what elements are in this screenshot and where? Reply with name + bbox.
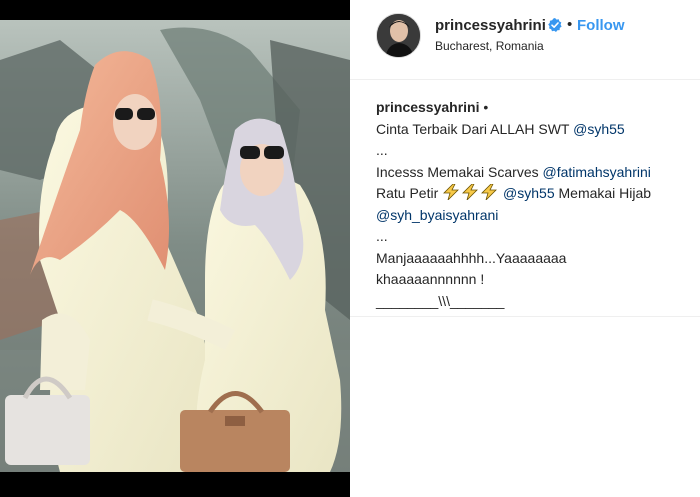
- avatar[interactable]: [376, 13, 421, 58]
- avatar-image: [377, 14, 420, 57]
- caption-text: Memakai Hijab: [554, 185, 652, 201]
- section-divider: [350, 316, 700, 317]
- caption-line: Ratu Petir @syh55 Memakai Hijab: [376, 183, 694, 205]
- lightning-emoji-icon: [443, 184, 460, 200]
- post-sidebar: princessyahrini • Follow Bucharest, Roma…: [350, 0, 700, 497]
- username-link[interactable]: princessyahrini: [435, 17, 546, 34]
- caption-text: Cinta Terbaik Dari ALLAH SWT: [376, 120, 574, 137]
- lightning-emoji-icon: [481, 184, 498, 200]
- caption-text: Incesss Memakai Scarves: [376, 163, 543, 180]
- caption-author-separator: •: [483, 99, 489, 115]
- mention-link[interactable]: @syh55: [573, 121, 625, 137]
- location-link[interactable]: Bucharest, Romania: [435, 39, 544, 53]
- follow-separator: •: [567, 16, 573, 33]
- mention-link[interactable]: @fatimahsyahrini: [543, 164, 651, 180]
- caption-line: Cinta Terbaik Dari ALLAH SWT @syh55: [376, 119, 694, 141]
- caption-line: ...: [376, 228, 388, 244]
- caption-line: khaaaaannnnnn !: [376, 271, 485, 287]
- verified-badge-icon: [548, 18, 562, 32]
- follow-button[interactable]: Follow: [577, 17, 625, 34]
- caption-line: Incesss Memakai Scarves @fatimahsyahrini: [376, 162, 694, 184]
- caption-line: princessyahrini •: [376, 97, 694, 119]
- post-header: princessyahrini • Follow Bucharest, Roma…: [350, 0, 700, 80]
- mention-link[interactable]: @syh55: [503, 185, 555, 201]
- lightning-emoji-icon: [462, 184, 479, 200]
- photo-panel: [0, 0, 350, 497]
- post-caption: princessyahrini • Cinta Terbaik Dari ALL…: [376, 97, 694, 312]
- mention-link[interactable]: @syh_byaisyahrani: [376, 207, 498, 223]
- caption-author-link[interactable]: princessyahrini: [376, 99, 480, 115]
- caption-line: ...: [376, 142, 388, 158]
- caption-line: @syh_byaisyahrani: [376, 205, 694, 227]
- post-photo[interactable]: [0, 20, 350, 472]
- caption-line: Manjaaaaaahhhh...Yaaaaaaaa: [376, 249, 567, 266]
- caption-line: ________\\\_______: [376, 292, 505, 309]
- caption-text: Ratu Petir: [376, 185, 443, 201]
- post-image: [0, 20, 350, 472]
